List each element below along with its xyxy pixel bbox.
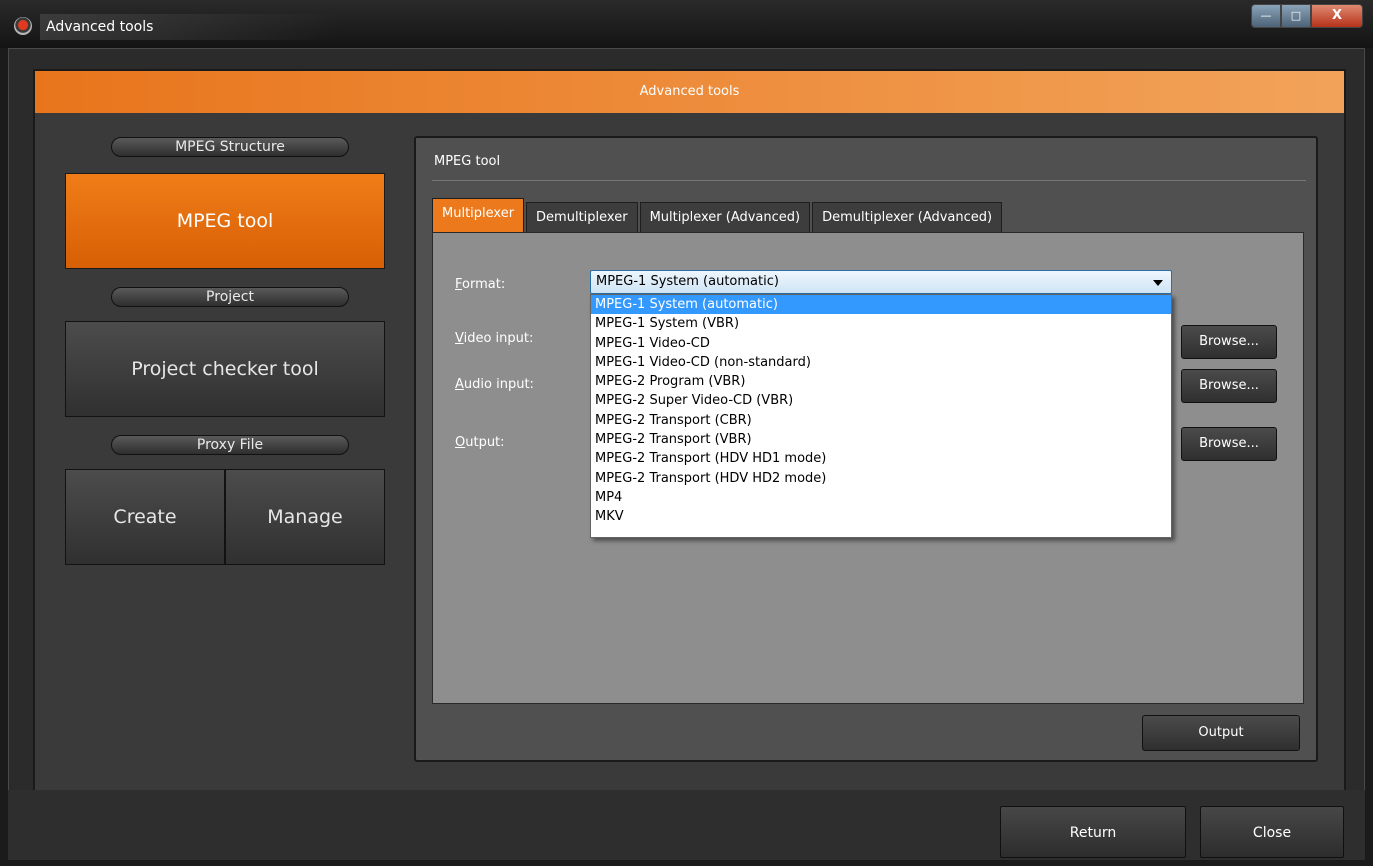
video-input-label: Video input: <box>455 331 534 346</box>
output-button[interactable]: Output <box>1142 715 1300 751</box>
close-button[interactable]: Close <box>1200 806 1344 858</box>
panel-title: MPEG tool <box>434 154 501 169</box>
format-option[interactable]: MPEG-2 Transport (VBR) <box>591 430 1171 449</box>
tab-demultiplexer-advanced[interactable]: Demultiplexer (Advanced) <box>812 202 1003 232</box>
tab-multiplexer-advanced[interactable]: Multiplexer (Advanced) <box>639 202 811 232</box>
audio-input-label: Audio input: <box>455 377 534 392</box>
multiplexer-tab-content: Format: Video input: Audio input: Output… <box>432 232 1304 704</box>
close-icon[interactable]: X <box>1311 4 1363 28</box>
format-option[interactable]: MPEG-2 Transport (HDV HD1 mode) <box>591 449 1171 468</box>
format-select[interactable]: MPEG-1 System (automatic) <box>590 270 1172 294</box>
format-option[interactable]: MPEG-2 Transport (CBR) <box>591 411 1171 430</box>
tab-demultiplexer[interactable]: Demultiplexer <box>526 202 638 232</box>
create-proxy-button[interactable]: Create <box>65 469 225 565</box>
main-area: Advanced tools MPEG Structure MPEG tool … <box>33 69 1346 839</box>
mpeg-tool-button[interactable]: MPEG tool <box>65 173 385 269</box>
chevron-down-icon[interactable] <box>1153 280 1163 286</box>
browse-output-button[interactable]: Browse... <box>1181 427 1277 461</box>
maximize-icon[interactable]: □ <box>1281 4 1311 28</box>
output-label: Output: <box>455 435 505 450</box>
format-dropdown-list: MPEG-1 System (automatic) MPEG-1 System … <box>590 294 1172 538</box>
format-option[interactable]: MPEG-1 System (automatic) <box>591 295 1171 315</box>
window-title: Advanced tools <box>40 14 340 40</box>
format-label: Format: <box>455 277 506 292</box>
window-controls: — □ X <box>1251 4 1363 32</box>
app-icon <box>14 17 32 35</box>
page-title: Advanced tools <box>35 71 1344 113</box>
return-button[interactable]: Return <box>1000 806 1186 858</box>
section-label-mpeg-structure: MPEG Structure <box>111 137 349 157</box>
format-option[interactable]: MPEG-2 Transport (HDV HD2 mode) <box>591 469 1171 488</box>
window-body: Advanced tools MPEG Structure MPEG tool … <box>8 48 1365 860</box>
format-option[interactable]: MPEG-1 Video-CD (non-standard) <box>591 353 1171 372</box>
format-option[interactable]: MPEG-1 System (VBR) <box>591 314 1171 333</box>
section-label-proxy-file: Proxy File <box>111 435 349 455</box>
browse-audio-button[interactable]: Browse... <box>1181 369 1277 403</box>
format-option[interactable]: MP4 <box>591 488 1171 507</box>
title-bar: Advanced tools — □ X <box>0 0 1373 48</box>
browse-video-button[interactable]: Browse... <box>1181 325 1277 359</box>
format-option[interactable]: MKV <box>591 507 1171 526</box>
format-select-value: MPEG-1 System (automatic) <box>596 274 779 289</box>
minimize-icon[interactable]: — <box>1251 4 1281 28</box>
tab-bar: Multiplexer Demultiplexer Multiplexer (A… <box>432 198 1004 232</box>
tab-multiplexer[interactable]: Multiplexer <box>432 198 525 232</box>
mpeg-tool-panel: MPEG tool Multiplexer Demultiplexer Mult… <box>414 136 1318 762</box>
section-label-project: Project <box>111 287 349 307</box>
format-option[interactable]: MPEG-1 Video-CD <box>591 334 1171 353</box>
divider <box>432 180 1306 181</box>
format-option[interactable]: MPEG-2 Program (VBR) <box>591 372 1171 391</box>
format-option[interactable]: MPEG-2 Super Video-CD (VBR) <box>591 391 1171 410</box>
project-checker-button[interactable]: Project checker tool <box>65 321 385 417</box>
manage-proxy-button[interactable]: Manage <box>225 469 385 565</box>
footer-bar: Return Close <box>8 790 1365 860</box>
